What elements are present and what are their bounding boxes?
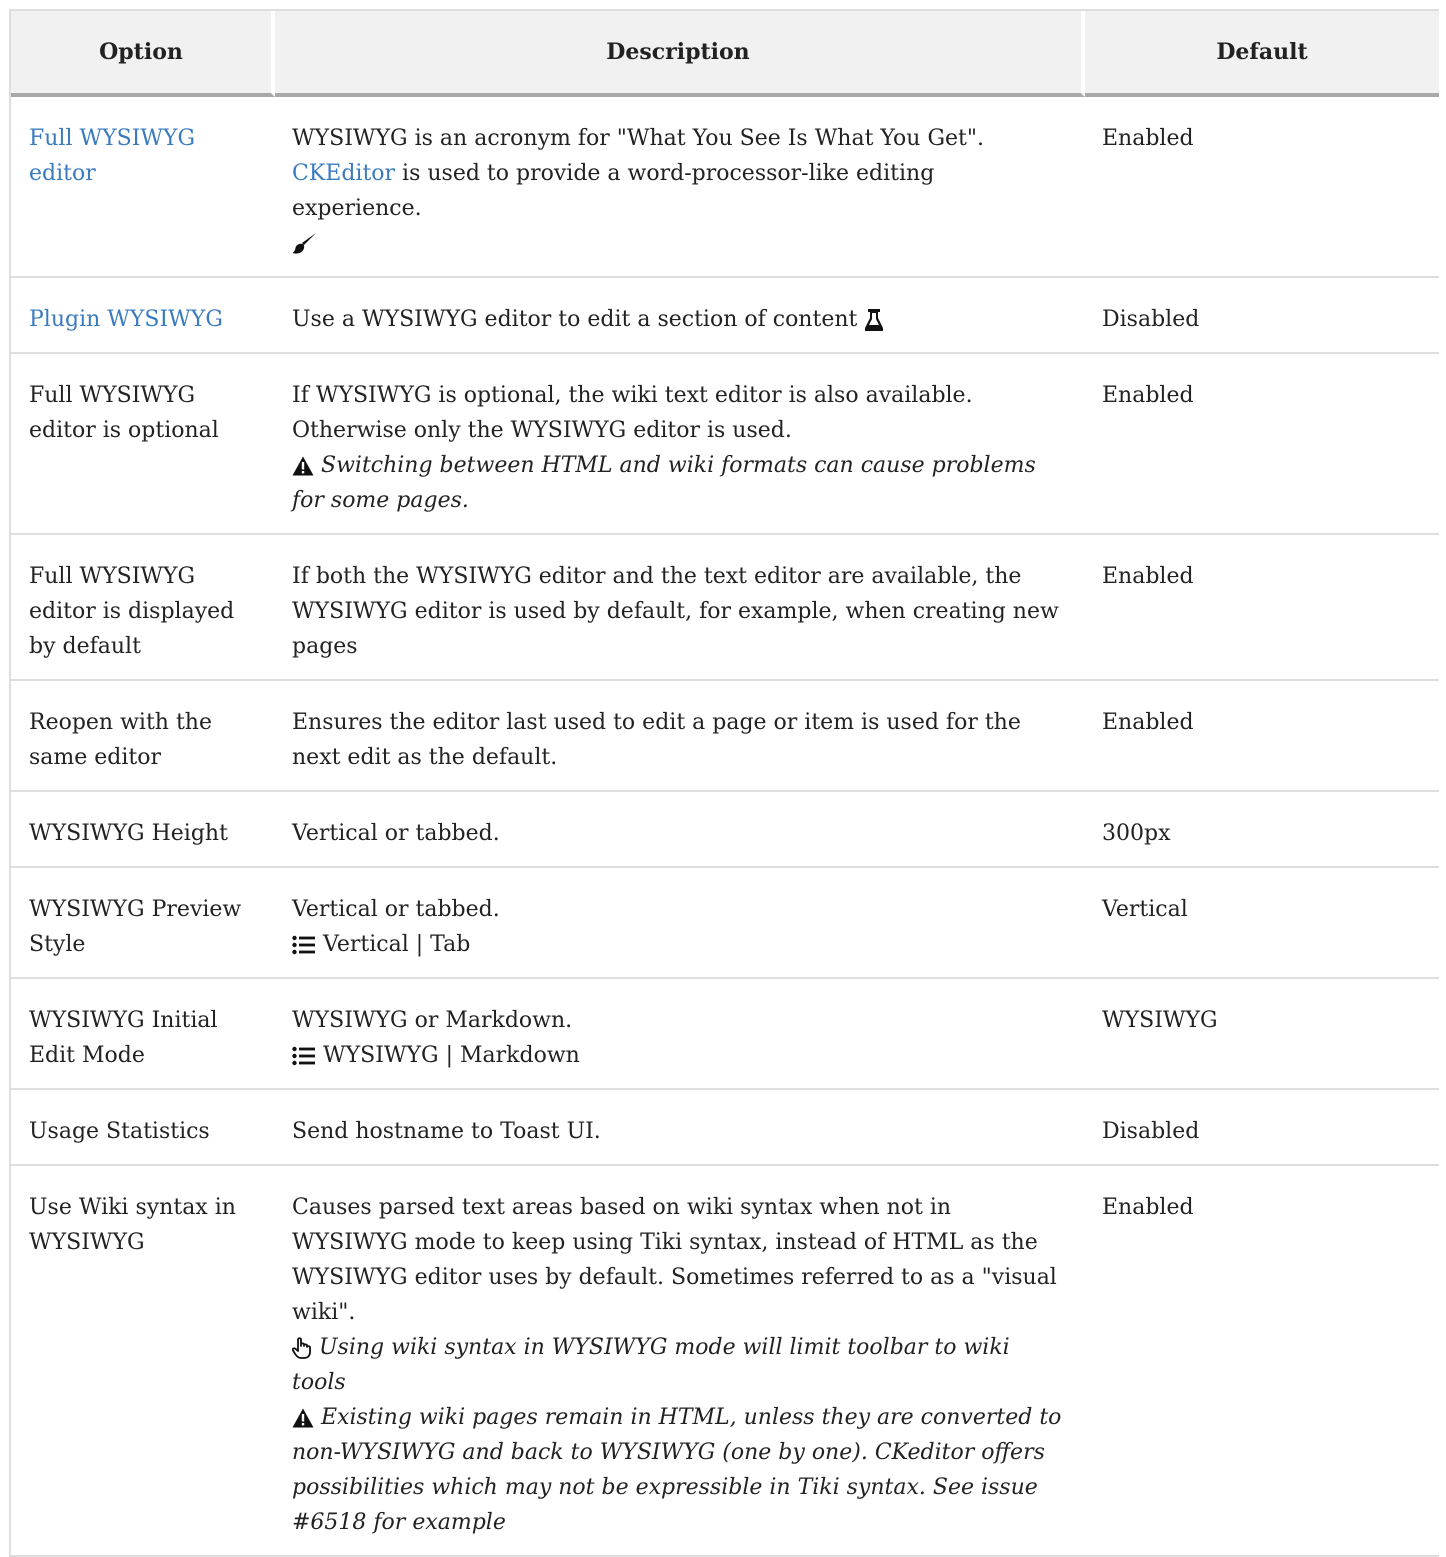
option-cell: Reopen with the same editor bbox=[11, 681, 275, 792]
table-row: Full WYSIWYG editor is optional If WYSIW… bbox=[11, 354, 1439, 535]
description-cell: Causes parsed text areas based on wiki s… bbox=[275, 1166, 1085, 1557]
hint-text: Using wiki syntax in WYSIWYG mode will l… bbox=[292, 1335, 1010, 1395]
description-text: Vertical or tabbed. bbox=[292, 897, 500, 922]
option-cell: WYSIWYG Preview Style bbox=[11, 868, 275, 979]
description-cell: Vertical or tabbed. Vertical | Tab bbox=[275, 868, 1085, 979]
default-cell: Disabled bbox=[1085, 1090, 1439, 1166]
default-cell: Enabled bbox=[1085, 354, 1439, 535]
option-link-plugin-wysiwyg[interactable]: Plugin WYSIWYG bbox=[29, 307, 223, 332]
table-row: WYSIWYG Initial Edit Mode WYSIWYG or Mar… bbox=[11, 979, 1439, 1090]
header-description: Description bbox=[275, 11, 1085, 97]
option-cell: WYSIWYG Height bbox=[11, 792, 275, 868]
option-cell: Usage Statistics bbox=[11, 1090, 275, 1166]
option-cell: Full WYSIWYG editor is displayed by defa… bbox=[11, 535, 275, 681]
warning-text: Switching between HTML and wiki formats … bbox=[292, 453, 1036, 513]
default-cell: Enabled bbox=[1085, 1166, 1439, 1557]
description-text: Use a WYSIWYG editor to edit a section o… bbox=[292, 307, 865, 332]
preferences-table-container: Option Description Default Full WYSIWYG … bbox=[9, 9, 1439, 1557]
table-row: Reopen with the same editor Ensures the … bbox=[11, 681, 1439, 792]
description-text: Otherwise only the WYSIWYG editor is use… bbox=[292, 418, 792, 443]
option-cell: Full WYSIWYG editor is optional bbox=[11, 354, 275, 535]
default-cell: 300px bbox=[1085, 792, 1439, 868]
warning-text: Existing wiki pages remain in HTML, unle… bbox=[292, 1405, 1062, 1535]
default-cell: Enabled bbox=[1085, 535, 1439, 681]
preferences-table: Option Description Default Full WYSIWYG … bbox=[9, 9, 1439, 1557]
table-row: Full WYSIWYG editor WYSIWYG is an acrony… bbox=[11, 97, 1439, 278]
paintbrush-icon bbox=[292, 232, 318, 256]
hand-pointer-icon bbox=[292, 1337, 312, 1359]
table-row: WYSIWYG Height Vertical or tabbed. 300px bbox=[11, 792, 1439, 868]
default-cell: Disabled bbox=[1085, 278, 1439, 354]
description-text: WYSIWYG or Markdown. bbox=[292, 1008, 573, 1033]
option-cell: WYSIWYG Initial Edit Mode bbox=[11, 979, 275, 1090]
header-option: Option bbox=[11, 11, 275, 97]
default-cell: Enabled bbox=[1085, 681, 1439, 792]
warning-icon bbox=[292, 1408, 314, 1428]
description-text: Causes parsed text areas based on wiki s… bbox=[292, 1195, 1057, 1325]
table-header-row: Option Description Default bbox=[11, 11, 1439, 97]
list-icon bbox=[292, 1046, 316, 1066]
table-row: Full WYSIWYG editor is displayed by defa… bbox=[11, 535, 1439, 681]
default-cell: WYSIWYG bbox=[1085, 979, 1439, 1090]
warning-icon bbox=[292, 456, 314, 476]
ckeditor-link[interactable]: CKEditor bbox=[292, 161, 395, 186]
table-row: Usage Statistics Send hostname to Toast … bbox=[11, 1090, 1439, 1166]
options-text: Vertical | Tab bbox=[323, 932, 471, 957]
option-link-full-wysiwyg-editor[interactable]: Full WYSIWYG editor bbox=[29, 126, 195, 186]
default-cell: Enabled bbox=[1085, 97, 1439, 278]
description-cell: Ensures the editor last used to edit a p… bbox=[275, 681, 1085, 792]
table-row: Use Wiki syntax in WYSIWYG Causes parsed… bbox=[11, 1166, 1439, 1557]
description-cell: WYSIWYG or Markdown. WYSIWYG | Markdown bbox=[275, 979, 1085, 1090]
table-row: Plugin WYSIWYG Use a WYSIWYG editor to e… bbox=[11, 278, 1439, 354]
description-text: If WYSIWYG is optional, the wiki text ed… bbox=[292, 383, 973, 408]
description-cell: Vertical or tabbed. bbox=[275, 792, 1085, 868]
option-cell: Full WYSIWYG editor bbox=[11, 97, 275, 278]
header-default: Default bbox=[1085, 11, 1439, 97]
description-cell: Send hostname to Toast UI. bbox=[275, 1090, 1085, 1166]
description-cell: Use a WYSIWYG editor to edit a section o… bbox=[275, 278, 1085, 354]
flask-icon bbox=[864, 309, 884, 331]
list-icon bbox=[292, 935, 316, 955]
option-cell: Use Wiki syntax in WYSIWYG bbox=[11, 1166, 275, 1557]
description-cell: If both the WYSIWYG editor and the text … bbox=[275, 535, 1085, 681]
default-cell: Vertical bbox=[1085, 868, 1439, 979]
description-text: WYSIWYG is an acronym for "What You See … bbox=[292, 126, 984, 151]
table-row: WYSIWYG Preview Style Vertical or tabbed… bbox=[11, 868, 1439, 979]
description-cell: WYSIWYG is an acronym for "What You See … bbox=[275, 97, 1085, 278]
options-text: WYSIWYG | Markdown bbox=[323, 1043, 580, 1068]
option-cell: Plugin WYSIWYG bbox=[11, 278, 275, 354]
description-cell: If WYSIWYG is optional, the wiki text ed… bbox=[275, 354, 1085, 535]
